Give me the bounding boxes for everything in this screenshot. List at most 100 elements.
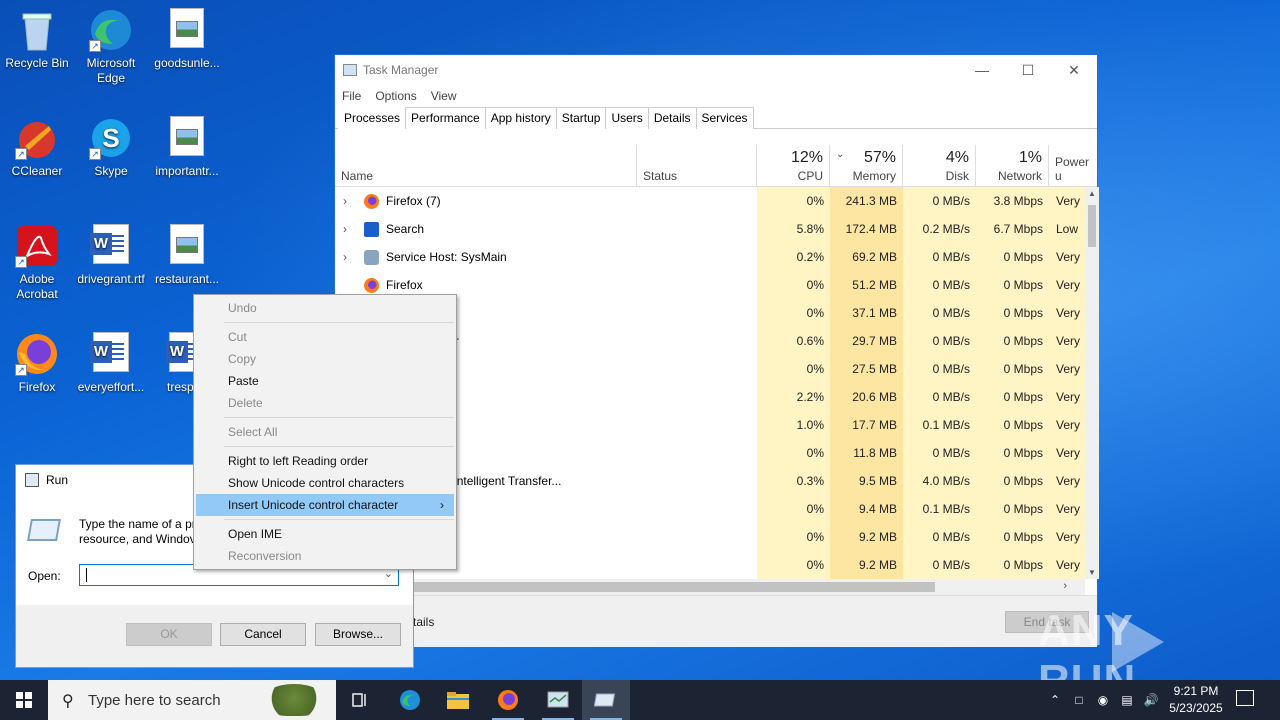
context-menu-item[interactable]: Copy [194,348,456,370]
memory-cell: 9.2 MB [830,551,903,579]
tray-device-icon[interactable]: □ [1070,680,1088,720]
context-menu-item[interactable]: Select All [194,421,456,443]
memory-cell: 9.4 MB [830,495,903,523]
desktop-icon[interactable]: S ↗ Skype [74,116,148,179]
title-bar[interactable]: Task Manager — ☐ ✕ [335,55,1097,85]
menu-view[interactable]: View [431,89,457,103]
h-scroll-thumb[interactable] [395,582,935,592]
scroll-down-icon[interactable]: ▼ [1085,568,1099,577]
shortcut-arrow-icon: ↗ [89,40,101,52]
minimize-button[interactable]: — [959,55,1005,85]
context-menu-item[interactable]: Reconversion [194,545,456,567]
expand-chevron-icon[interactable]: › [343,222,353,236]
tray-meet-icon[interactable]: ◉ [1094,680,1112,720]
firefox-icon [364,194,379,209]
col-cpu-label: CPU [797,169,823,183]
edge-icon[interactable] [386,680,434,720]
tab-services[interactable]: Services [695,107,754,129]
desktop-icon[interactable]: Wdrivegrant.rtf [74,224,148,287]
col-status[interactable]: Status [637,145,757,187]
process-name: Service Host: SysMain [386,250,507,264]
notifications-icon[interactable] [1236,690,1254,706]
maximize-button[interactable]: ☐ [1005,55,1051,85]
network-cell: 0 Mbps [976,411,1049,439]
desktop-icon-label: Microsoft Edge [86,56,136,85]
power-cell: Low [1049,215,1087,243]
desktop-icon[interactable]: importantr... [150,116,224,179]
close-button[interactable]: ✕ [1051,55,1097,85]
shortcut-arrow-icon: ↗ [15,256,27,268]
desktop-icon[interactable]: ↗ Microsoft Edge [74,8,148,86]
menu-separator [224,446,454,447]
ok-button[interactable]: OK [126,623,212,646]
network-cell: 0 Mbps [976,523,1049,551]
task-manager-taskbar-icon[interactable] [534,680,582,720]
taskbar-search[interactable]: ⚲ Type here to search [48,680,336,720]
context-menu-item[interactable]: Paste [194,370,456,392]
table-row[interactable]: › Service Host: SysMain 0.2% 69.2 MB 0 MB/s 0… [335,243,1087,271]
file-explorer-icon[interactable] [434,680,482,720]
desktop-icon[interactable]: restaurant... [150,224,224,287]
clock[interactable]: 9:21 PM 5/23/2025 [1160,683,1232,717]
tab-users[interactable]: Users [605,107,649,129]
menu-file[interactable]: File [342,89,361,103]
memory-cell: 11.8 MB [830,439,903,467]
col-disk-label: Disk [945,169,969,183]
cpu-cell: 2.2% [757,383,830,411]
fewer-details-link[interactable]: tails [413,615,434,629]
context-menu-item-label: Show Unicode control characters [228,476,405,490]
scroll-thumb[interactable] [1088,205,1096,247]
tray-chevron-icon[interactable]: ⌃ [1046,680,1064,720]
desktop-icon[interactable]: Recycle Bin [0,8,74,71]
cpu-cell: 0.2% [757,243,830,271]
desktop-icon[interactable]: ↗ CCleaner [0,116,74,179]
menu-options[interactable]: Options [375,89,416,103]
expand-chevron-icon[interactable]: › [343,194,353,208]
table-row[interactable]: › Firefox (7) 0% 241.3 MB 0 MB/s 3.8 Mbps Very [335,187,1087,215]
firefox-taskbar-icon[interactable] [484,680,532,720]
col-name[interactable]: Name [335,145,637,187]
tab-processes[interactable]: Processes [338,107,407,129]
vertical-scrollbar[interactable]: ▲ ▼ [1085,187,1099,579]
desktop-icon[interactable]: ↗ Adobe Acrobat [0,224,74,302]
scroll-right-icon[interactable]: › [1063,580,1067,592]
context-menu-item[interactable]: Show Unicode control characters [194,472,456,494]
power-cell: Very [1049,467,1087,495]
col-power[interactable]: Power u [1049,145,1099,187]
table-row[interactable]: › Search 5.8% 172.4 MB 0.2 MB/s 6.7 Mbps Low [335,215,1087,243]
context-menu-item[interactable]: Undo [194,297,456,319]
network-cell: 0 Mbps [976,355,1049,383]
desktop-icon[interactable]: ↗ Firefox [0,332,74,395]
run-taskbar-icon[interactable] [582,680,630,720]
volume-icon[interactable]: 🔊 [1142,680,1160,720]
expand-chevron-icon[interactable]: › [343,250,353,264]
network-cell: 6.7 Mbps [976,215,1049,243]
scroll-up-icon[interactable]: ▲ [1085,189,1099,198]
col-network[interactable]: 1% Network [976,145,1049,187]
run-description-line2: resource, and Windov [79,532,196,546]
tab-details[interactable]: Details [647,107,697,129]
col-disk[interactable]: 4% Disk [903,145,976,187]
task-view-icon[interactable] [336,680,384,720]
context-menu-item[interactable]: Cut [194,326,456,348]
network-icon[interactable]: ▤ [1118,680,1136,720]
tab-performance[interactable]: Performance [405,107,486,129]
context-menu-item[interactable]: Delete [194,392,456,414]
cpu-cell: 0.6% [757,327,830,355]
start-button[interactable] [0,680,48,720]
browse-button[interactable]: Browse... [315,623,401,646]
tab-startup[interactable]: Startup [555,107,607,129]
tab-app-history[interactable]: App history [484,107,557,129]
cancel-button[interactable]: Cancel [220,623,306,646]
desktop-icon[interactable]: Weveryeffort... [74,332,148,395]
horizontal-scrollbar[interactable]: › [335,579,1085,595]
col-cpu[interactable]: 12% CPU [757,145,830,187]
power-cell: Very [1049,355,1087,383]
context-menu-item[interactable]: Open IME [194,523,456,545]
context-menu-item[interactable]: Right to left Reading order [194,450,456,472]
col-memory[interactable]: ⌄ 57% Memory [830,145,903,187]
col-power-label: Power u [1055,155,1090,183]
submenu-arrow-icon: › [440,498,444,512]
context-menu-item[interactable]: Insert Unicode control character › [196,494,454,516]
desktop-icon[interactable]: goodsunle... [150,8,224,71]
